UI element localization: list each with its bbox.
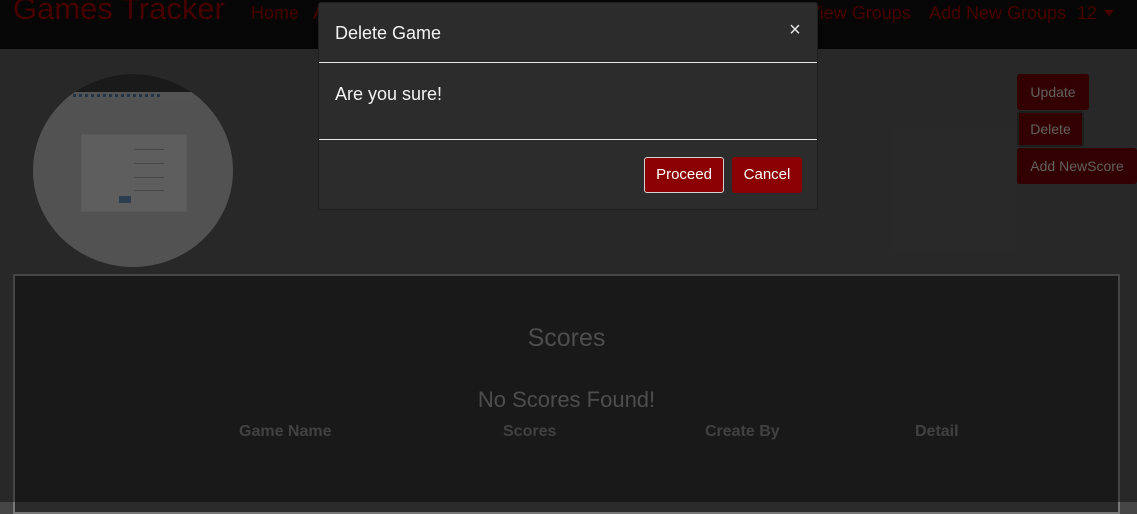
modal-header-divider — [319, 62, 817, 63]
proceed-button[interactable]: Proceed — [644, 157, 724, 193]
close-icon[interactable]: × — [785, 18, 805, 42]
delete-game-modal: Delete Game × Are you sure! Proceed Canc… — [318, 2, 818, 210]
cancel-button[interactable]: Cancel — [732, 157, 802, 193]
modal-footer-divider — [319, 139, 817, 140]
modal-title: Delete Game — [335, 23, 442, 43]
modal-message: Are you sure! — [335, 84, 443, 104]
